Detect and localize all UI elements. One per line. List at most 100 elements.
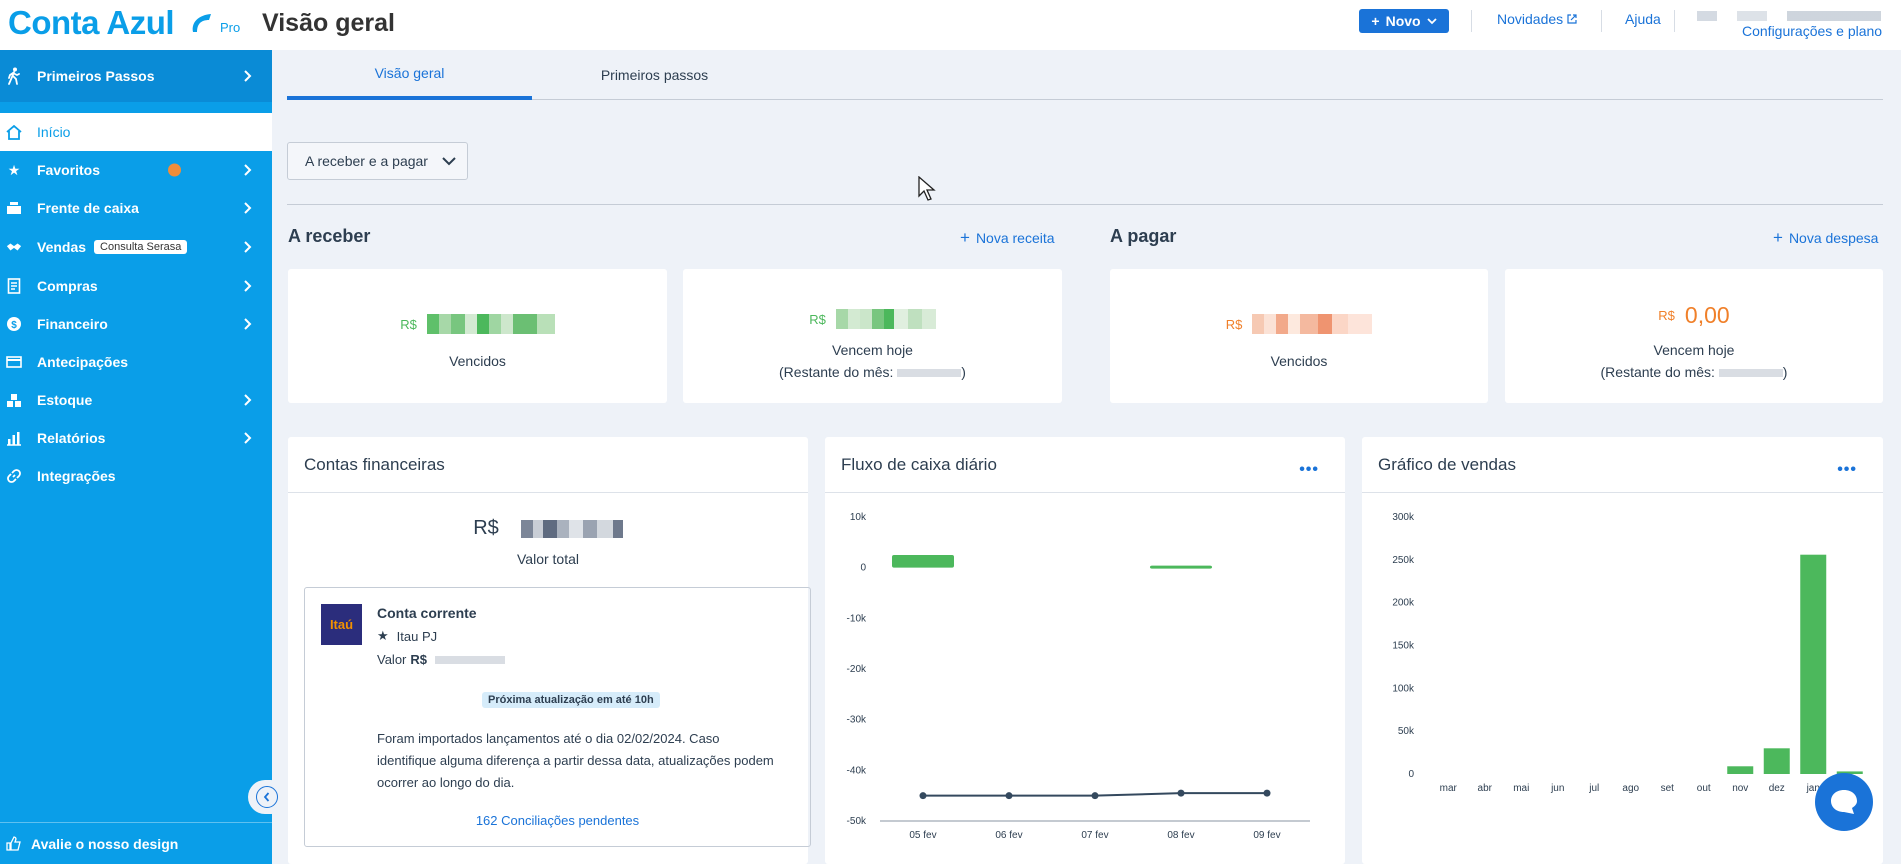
mouse-cursor <box>918 176 936 201</box>
rate-design-link[interactable]: Avalie o nosso design <box>0 822 272 864</box>
account-type: Conta corrente <box>377 605 477 621</box>
receivable-overdue-card[interactable]: R$ Vencidos <box>288 269 667 403</box>
account-name: Itau PJ <box>396 628 438 644</box>
sales-bar <box>1800 554 1827 774</box>
x-tick-label: 09 fev <box>1253 830 1280 841</box>
account-value: Valor R$ <box>377 652 506 667</box>
top-bar: Conta Azul Pro Visão geral + Novo Novida… <box>0 0 1901 50</box>
conta-azul-logo[interactable]: Conta Azul <box>8 4 213 42</box>
receivable-title: A receber <box>288 226 371 246</box>
sidebar-item-antecipacoes[interactable]: Antecipações <box>0 343 272 381</box>
chevron-right-icon <box>244 241 252 253</box>
account-card[interactable]: Itaú Conta corrente ★ Itau PJ Valor R$ P… <box>304 587 811 847</box>
sidebar-item-vendas[interactable]: Vendas Consulta Serasa <box>0 228 272 266</box>
y-tick-label: 150k <box>1392 641 1415 652</box>
payable-overdue-card[interactable]: R$ Vencidos <box>1110 269 1488 403</box>
balance-point <box>1091 792 1099 800</box>
home-icon <box>6 124 22 140</box>
sidebar-item-integracoes[interactable]: Integrações <box>0 457 272 495</box>
new-payable-link[interactable]: + Nova despesa <box>1773 228 1878 248</box>
balance-point <box>1177 789 1185 797</box>
chevron-right-icon <box>244 70 252 82</box>
chevron-left-icon <box>256 786 278 808</box>
y-tick-label: 10k <box>850 512 867 523</box>
overdue-label: Vencidos <box>1270 353 1328 369</box>
chevron-right-icon <box>244 432 252 444</box>
overdue-label: Vencidos <box>449 353 506 369</box>
plus-icon: + <box>1773 228 1783 247</box>
pending-reconciliations-link[interactable]: 162 Conciliações pendentes <box>305 813 810 828</box>
total-label: Valor total <box>517 551 579 567</box>
sidebar-item-inicio[interactable]: Início <box>0 113 272 151</box>
receipt-icon <box>6 278 22 294</box>
bar-chart-icon <box>6 430 22 446</box>
y-tick-label: 0 <box>1408 769 1414 780</box>
tab-bar: Visão geral Primeiros passos <box>287 50 1883 100</box>
bank-logo: Itaú <box>321 604 362 645</box>
sales-bar <box>1763 748 1790 774</box>
collapse-sidebar-button[interactable] <box>248 780 288 814</box>
y-tick-label: -10k <box>847 613 867 624</box>
chat-icon <box>1831 790 1857 814</box>
more-options-icon[interactable]: ••• <box>1837 461 1857 479</box>
novidades-link[interactable]: Novidades <box>1497 11 1577 27</box>
divider <box>287 204 1883 205</box>
sidebar-item-estoque[interactable]: Estoque <box>0 381 272 419</box>
x-tick-label: out <box>1697 783 1711 794</box>
filter-dropdown[interactable]: A receber e a pagar <box>287 142 468 180</box>
boxes-icon <box>6 392 22 408</box>
balance-point <box>1005 792 1013 800</box>
x-tick-label: jul <box>1588 783 1599 794</box>
sidebar-item-favoritos[interactable]: ★ Favoritos <box>0 151 272 189</box>
y-tick-label: 100k <box>1392 683 1415 694</box>
svg-text:$: $ <box>11 320 17 331</box>
cashflow-bar <box>1150 565 1212 569</box>
sidebar-item-relatorios[interactable]: Relatórios <box>0 419 272 457</box>
due-today-value: 0,00 <box>1684 302 1730 328</box>
payable-title: A pagar <box>1110 226 1177 246</box>
user-info-blurred[interactable] <box>1697 11 1881 21</box>
import-note: Foram importados lançamentos até o dia 0… <box>377 731 774 790</box>
plan-label: Pro <box>220 20 241 35</box>
update-tag: Próxima atualização em até 10h <box>482 692 660 708</box>
ajuda-link[interactable]: Ajuda <box>1625 11 1661 27</box>
panel-title: Fluxo de caixa diário <box>825 437 1345 493</box>
card-icon <box>6 354 22 370</box>
cashflow-chart: 10k 0 -10k -20k -30k -40k -50k 05 fev 06 fev 07 f… <box>847 512 1310 841</box>
y-tick-label: 50k <box>1398 726 1415 737</box>
sidebar-item-financeiro[interactable]: $ Financeiro <box>0 305 272 343</box>
currency-label: R$ <box>1225 316 1243 332</box>
serasa-badge[interactable]: Consulta Serasa <box>94 240 188 254</box>
due-today-label: Vencem hoje <box>1653 342 1735 358</box>
plus-icon: + <box>960 228 970 247</box>
y-tick-label: -50k <box>847 816 867 827</box>
chevron-right-icon <box>244 202 252 214</box>
star-icon: ★ <box>7 161 21 178</box>
cashflow-bar <box>892 555 954 568</box>
currency-label: R$ <box>473 517 499 539</box>
more-options-icon[interactable]: ••• <box>1299 461 1319 479</box>
sidebar-item-compras[interactable]: Compras <box>0 267 272 305</box>
star-icon[interactable]: ★ <box>377 628 389 644</box>
sidebar-item-frente-de-caixa[interactable]: Frente de caixa <box>0 189 272 227</box>
new-button[interactable]: + Novo <box>1359 9 1449 33</box>
receivable-today-card[interactable]: R$ Vencem hoje (Restante do mês: ) <box>683 269 1062 403</box>
cash-register-icon <box>6 200 22 216</box>
financial-accounts-panel: Contas financeiras R$ Valor total Itaú C… <box>288 437 811 864</box>
payable-today-card[interactable]: R$ 0,00 Vencem hoje (Restante do mês: ) <box>1505 269 1883 403</box>
balance-point <box>1263 789 1271 797</box>
sidebar-item-first-steps[interactable]: Primeiros Passos <box>0 50 272 102</box>
config-link[interactable]: Configurações e plano <box>1742 23 1882 39</box>
y-tick-label: 250k <box>1392 555 1415 566</box>
link-icon <box>6 468 22 484</box>
x-tick-label: mar <box>1440 783 1458 794</box>
new-receivable-link[interactable]: + Nova receita <box>960 228 1055 248</box>
chat-button[interactable] <box>1815 773 1873 831</box>
tab-primeiros-passos[interactable]: Primeiros passos <box>532 50 777 100</box>
x-tick-label: abr <box>1478 783 1493 794</box>
x-tick-label: 08 fev <box>1167 830 1194 841</box>
tab-visao-geral[interactable]: Visão geral <box>287 50 532 100</box>
notification-dot <box>168 163 181 177</box>
thumbs-up-icon <box>6 836 21 851</box>
y-tick-label: 300k <box>1392 512 1415 523</box>
